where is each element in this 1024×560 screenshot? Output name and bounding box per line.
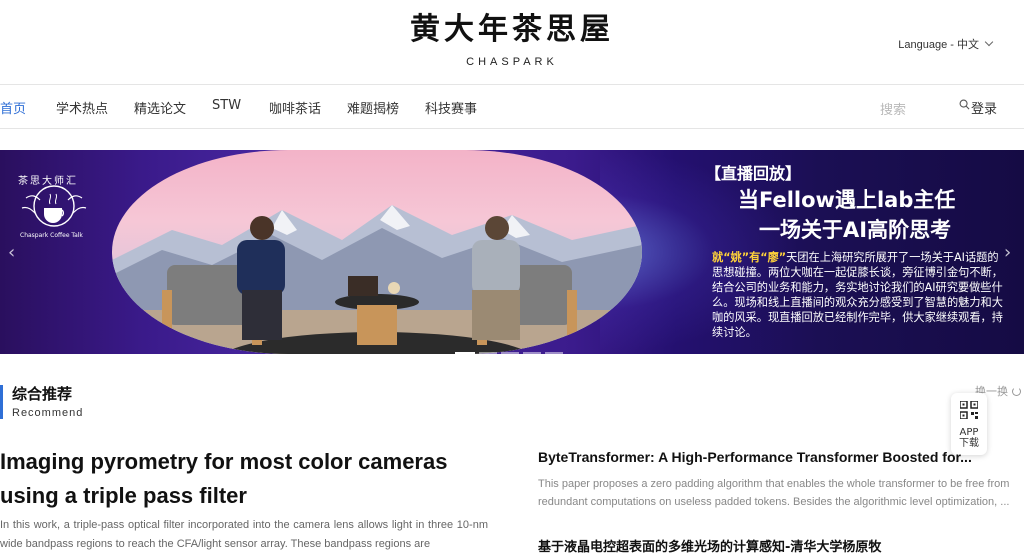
- banner-tag: 【直播回放】: [705, 164, 802, 183]
- banner-dot[interactable]: [545, 352, 563, 354]
- main-nav: 首页 学术热点 精选论文 STW 咖啡茶话 难题揭榜 科技赛事 搜索 登录: [0, 85, 1024, 129]
- section-subtitle: Recommend: [12, 407, 84, 419]
- nav-item-challenges[interactable]: 难题揭榜: [347, 98, 399, 117]
- side-article-title[interactable]: ByteTransformer: A High-Performance Tran…: [538, 449, 1008, 465]
- chevron-down-icon: [984, 37, 994, 47]
- nav-item-coffee-talk[interactable]: 咖啡茶话: [269, 98, 321, 117]
- badge-subtext: Chaspark Coffee Talk: [20, 232, 83, 239]
- featured-article-title[interactable]: Imaging pyrometry for most color cameras…: [0, 445, 480, 513]
- app-download-button[interactable]: APP 下载: [951, 393, 987, 455]
- banner-dot[interactable]: [523, 352, 541, 354]
- banner-highlight-text: 就“姚”有“廖”: [712, 251, 787, 264]
- side-article-title[interactable]: 基于液晶电控超表面的多维光场的计算感知-清华大学杨原牧: [538, 536, 1008, 555]
- featured-article-abstract: In this work, a triple-pass optical filt…: [0, 519, 488, 550]
- logo-chinese-text: 黄大年茶思屋: [410, 12, 614, 47]
- side-article-abstract: This paper proposes a zero padding algor…: [538, 478, 1010, 508]
- nav-item-hot-topics[interactable]: 学术热点: [56, 98, 108, 117]
- banner-body-text: 天团在上海研究所展开了一场关于AI话题的思想碰撞。两位大咖在一起促膝长谈，旁征博…: [712, 251, 1003, 339]
- language-selector[interactable]: Language - 中文: [898, 36, 994, 52]
- banner-description: 就“姚”有“廖”天团在上海研究所展开了一场关于AI话题的思想碰撞。两位大咖在一起…: [712, 250, 1008, 340]
- banner-next-arrow-icon[interactable]: ›: [1004, 242, 1016, 263]
- banner-dot[interactable]: [501, 352, 519, 354]
- banner-dot[interactable]: [479, 352, 497, 354]
- banner-stage-photo: [112, 150, 642, 354]
- nav-item-competitions[interactable]: 科技赛事: [425, 98, 477, 117]
- banner-dot[interactable]: [455, 352, 475, 354]
- section-title: 综合推荐: [12, 385, 73, 403]
- banner-title-line1: 当Fellow遇上lab主任: [738, 188, 956, 212]
- nav-item-home[interactable]: 首页: [0, 98, 26, 117]
- app-label-line1: APP: [959, 427, 979, 438]
- section-accent-bar: [0, 385, 3, 419]
- language-label: Language - 中文: [898, 39, 979, 51]
- nav-item-stw[interactable]: STW: [212, 98, 241, 113]
- site-logo[interactable]: 黄大年茶思屋 CHASPARK: [0, 12, 1024, 68]
- logo-english-text: CHASPARK: [466, 56, 558, 68]
- search-input[interactable]: 搜索: [880, 99, 906, 118]
- banner-prev-arrow-icon[interactable]: ‹: [8, 242, 20, 263]
- mountains-illustration: [112, 205, 642, 354]
- banner-pagination: [455, 340, 567, 354]
- refresh-icon: [1012, 387, 1021, 396]
- login-link[interactable]: 登录: [971, 98, 997, 117]
- hero-banner[interactable]: 茶思大师汇 Chaspark Coffee Talk 【直播回放】 当Fello…: [0, 150, 1024, 354]
- search-icon[interactable]: [959, 99, 970, 110]
- qr-code-icon: [959, 400, 979, 420]
- app-label-line2: 下载: [959, 438, 979, 449]
- badge-text: 茶思大师汇: [18, 176, 78, 187]
- nav-item-papers[interactable]: 精选论文: [134, 98, 186, 117]
- banner-title-line2: 一场关于AI高阶思考: [759, 218, 952, 242]
- site-header: 黄大年茶思屋 CHASPARK Language - 中文: [0, 0, 1024, 85]
